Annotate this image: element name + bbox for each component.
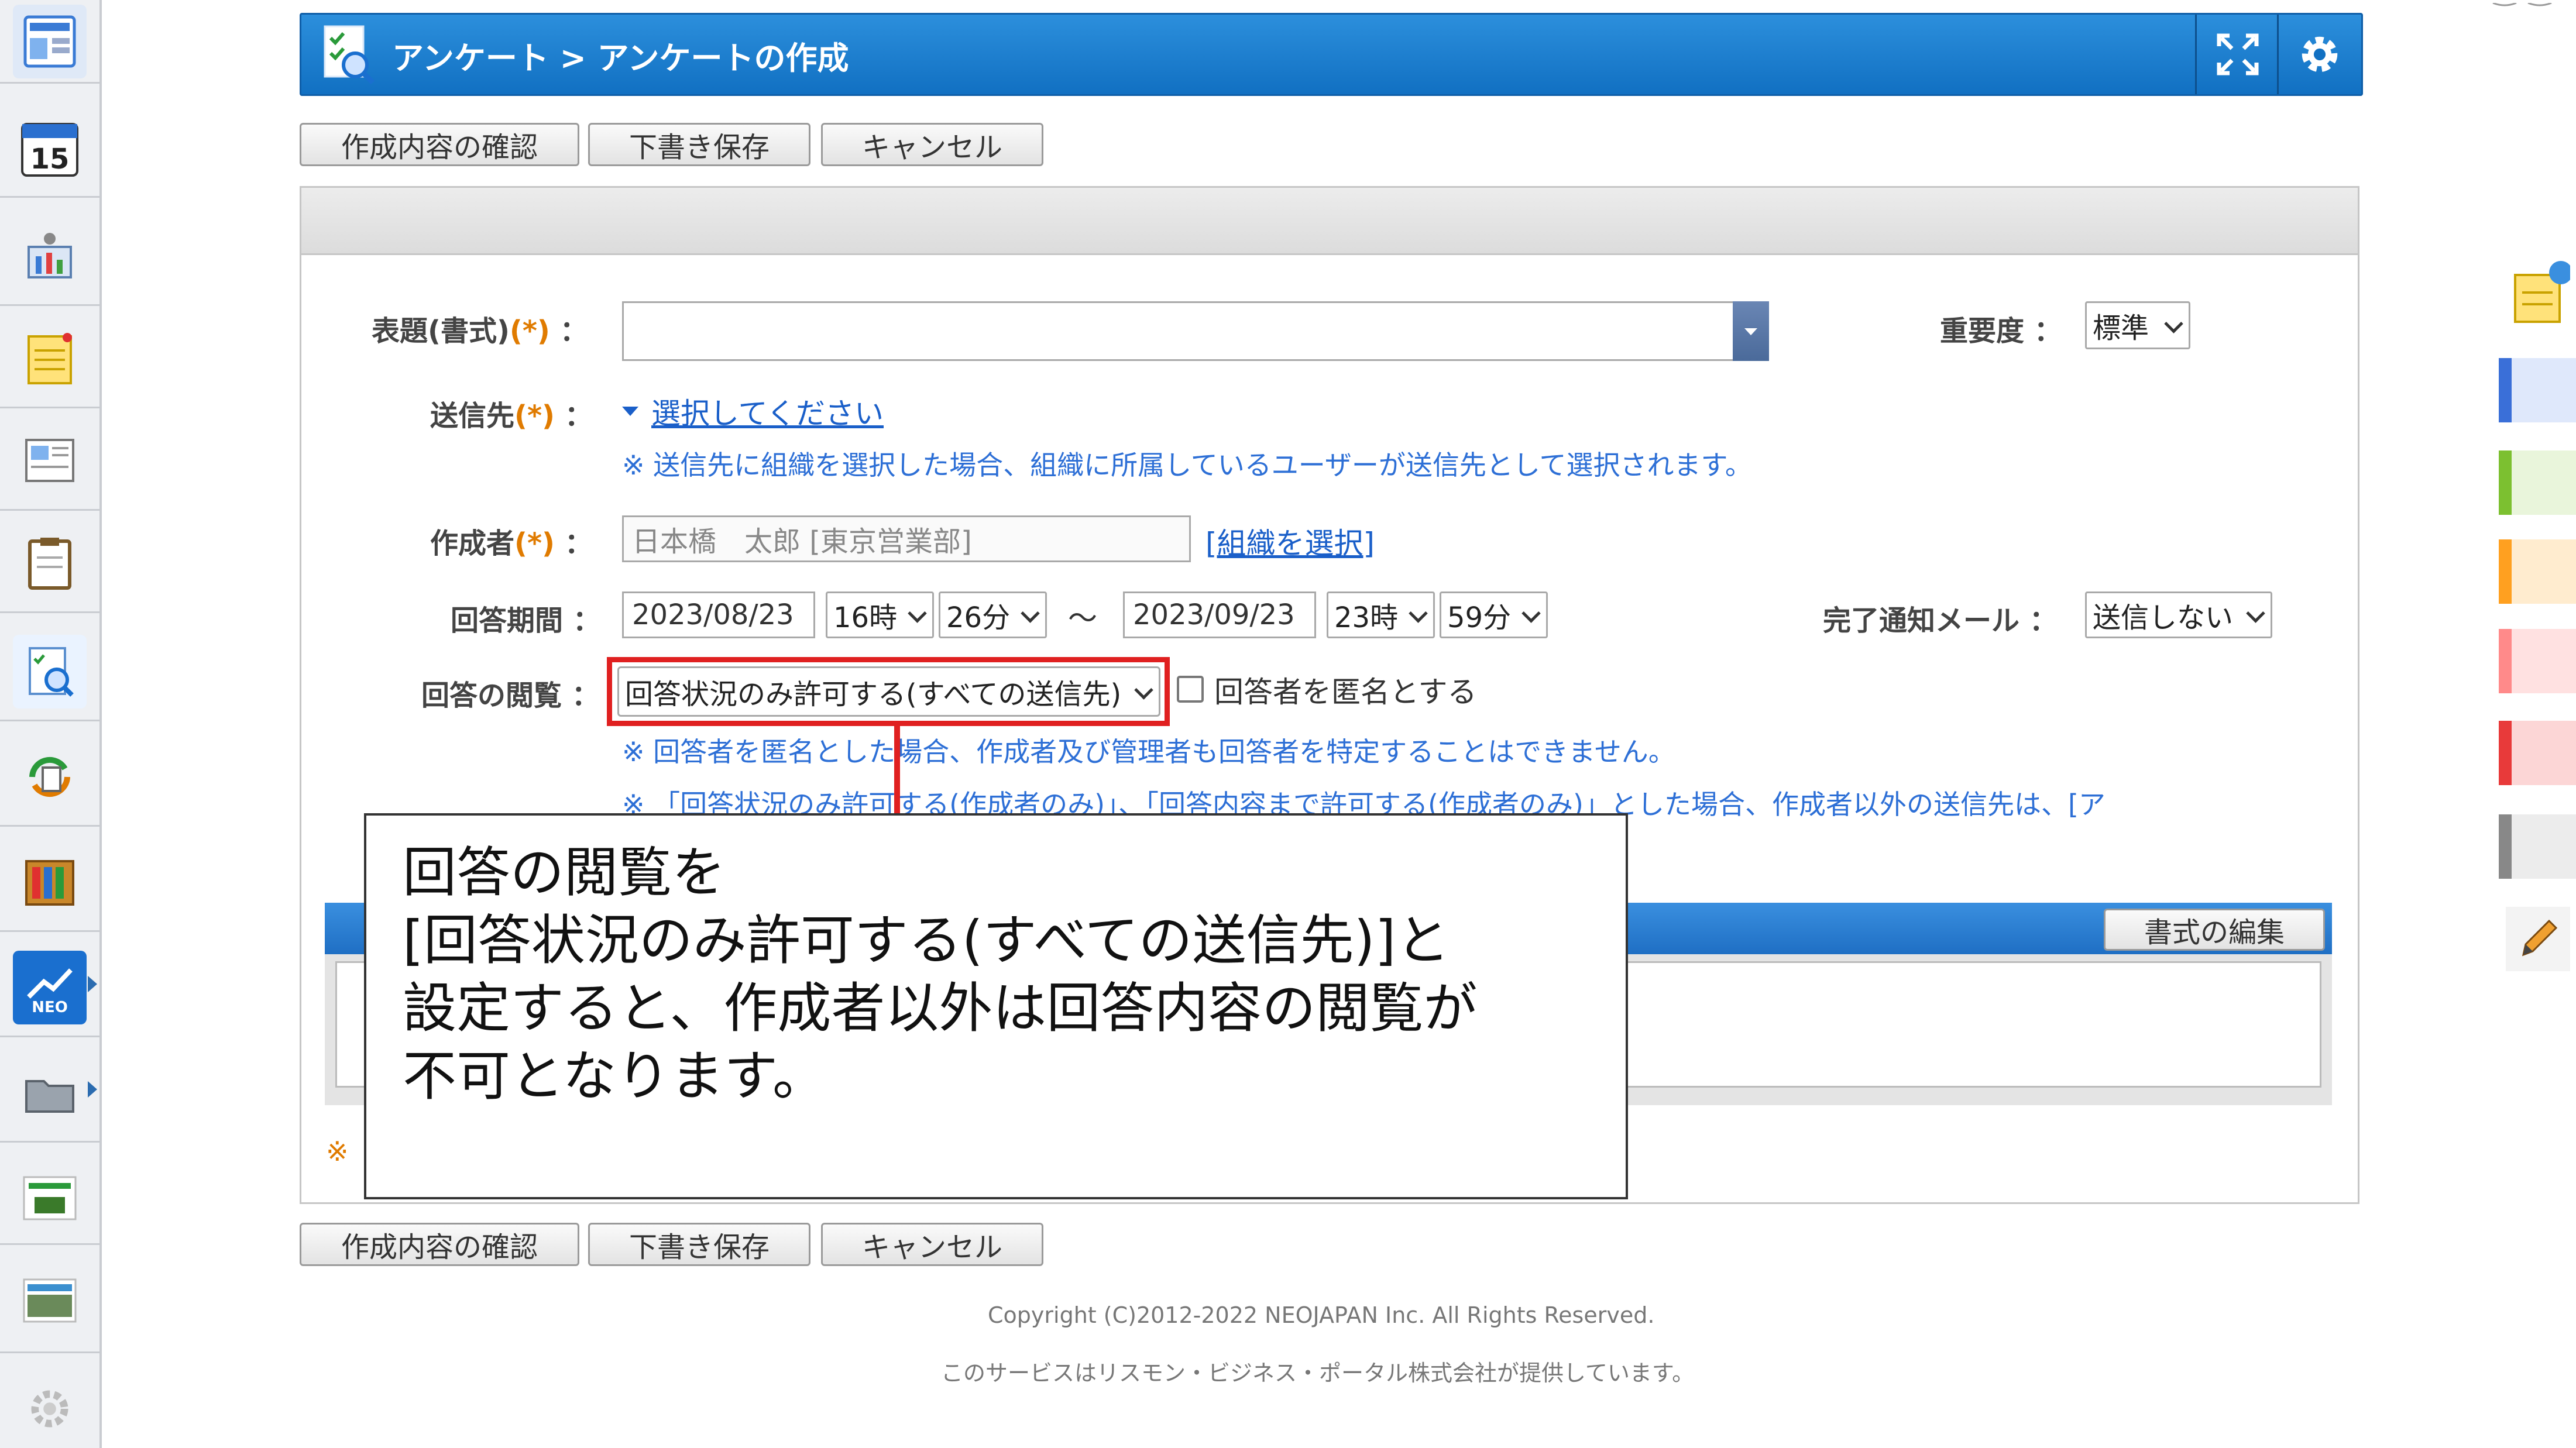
subject-dropdown-button[interactable] (1733, 301, 1769, 361)
dropdown-icon (1744, 328, 1757, 335)
fullscreen-button[interactable] (2195, 15, 2279, 94)
importance-select[interactable]: 標準 (2085, 301, 2190, 349)
view-label: 回答の閲覧 ： (421, 679, 600, 712)
end-hour-select[interactable]: 23時 (1327, 591, 1435, 638)
callout-line-4: 不可となります。 (403, 1045, 827, 1108)
chevron-down-icon (1021, 604, 1040, 623)
copyright-text: Copyright (C)2012-2022 NEOJAPAN Inc. All… (988, 1302, 1655, 1328)
completion-mail-label: 完了通知メール ： (1823, 604, 2058, 637)
start-hour-select[interactable]: 16時 (826, 591, 934, 638)
form-header-bar (301, 188, 2358, 255)
neo-icon[interactable]: NEO (13, 951, 87, 1024)
survey-app-icon (319, 23, 380, 86)
top-right-edge (2487, 0, 2557, 6)
author-label: 作成者(*) ： (430, 527, 593, 560)
cancel-button[interactable]: キャンセル (821, 123, 1043, 166)
subject-input[interactable] (622, 301, 1769, 361)
caret-down-icon[interactable] (622, 407, 638, 416)
workflow-icon[interactable] (13, 740, 87, 814)
banner-icon[interactable] (13, 1264, 87, 1337)
start-minute-select[interactable]: 26分 (939, 591, 1047, 638)
period-label: 回答期間 ： (451, 604, 601, 637)
expand-arrow-icon[interactable] (88, 976, 97, 992)
expand-arrow-icon[interactable] (88, 1081, 97, 1098)
pencil-icon[interactable] (2506, 907, 2570, 971)
tab-green[interactable] (2499, 450, 2576, 515)
survey-icon[interactable] (13, 635, 87, 708)
chevron-down-icon (1409, 604, 1428, 623)
select-org-link[interactable]: [組織を選択] (1205, 520, 1375, 562)
chevron-down-icon (2164, 314, 2183, 333)
chevron-down-icon (2246, 604, 2265, 623)
portal-icon[interactable] (13, 5, 87, 78)
save-draft-button-bottom[interactable]: 下書き保存 (588, 1223, 810, 1266)
tab-orange[interactable] (2499, 539, 2576, 604)
tab-pink[interactable] (2499, 629, 2576, 693)
anonymous-checkbox[interactable] (1177, 676, 1204, 703)
tanomaru-logo-icon[interactable] (13, 1161, 87, 1235)
callout-line-2: [回答状況のみ許可する(すべての送信先)]と (403, 909, 1450, 972)
right-strip (2499, 0, 2576, 1448)
tab-gray[interactable] (2499, 814, 2576, 879)
service-text: このサービスはリスモン・ビジネス・ポータル株式会社が提供しています。 (941, 1360, 1695, 1386)
save-draft-button[interactable]: 下書き保存 (588, 123, 810, 166)
completion-mail-select[interactable]: 送信しない (2085, 591, 2272, 638)
chevron-down-icon (1134, 680, 1153, 700)
calendar-icon[interactable]: 15 (13, 111, 87, 185)
page-title: アンケート > アンケートの作成 (392, 40, 849, 77)
edit-format-button[interactable]: 書式の編集 (2104, 909, 2325, 951)
callout-line-3: 設定すると、作成者以外は回答内容の閲覧が (403, 977, 1478, 1040)
end-date-input[interactable]: 2023/09/23 (1123, 591, 1316, 638)
settings-button[interactable] (2277, 15, 2361, 94)
tab-red[interactable] (2499, 721, 2576, 785)
cabinet-icon[interactable] (13, 845, 87, 919)
end-minute-select[interactable]: 59分 (1440, 591, 1548, 638)
anonymous-note: ※ 回答者を匿名とした場合、作成者及び管理者も回答者を特定することはできません。 (622, 736, 1675, 768)
callout-line-1: 回答の閲覧を (403, 841, 726, 904)
facility-icon[interactable] (13, 219, 87, 293)
report-icon[interactable] (13, 424, 87, 498)
folder-icon[interactable] (13, 1056, 87, 1130)
app-sidebar: 15 NEO (0, 0, 102, 1448)
tab-blue[interactable] (2499, 358, 2576, 422)
importance-label: 重要度 ： (1940, 315, 2062, 348)
calendar-day: 15 (30, 143, 70, 176)
range-tilde: ～ (1068, 601, 1097, 635)
callout-connector (894, 725, 900, 814)
sticky-note-icon[interactable] (2506, 257, 2572, 328)
view-permission-select[interactable]: 回答状況のみ許可する(すべての送信先) (617, 666, 1160, 717)
page-header: アンケート > アンケートの作成 (300, 13, 2363, 96)
cancel-button-bottom[interactable]: キャンセル (821, 1223, 1043, 1266)
gear-icon (2302, 36, 2338, 73)
confirm-button-bottom[interactable]: 作成内容の確認 (300, 1223, 579, 1266)
chevron-down-icon (908, 604, 927, 623)
start-date-input[interactable]: 2023/08/23 (622, 591, 815, 638)
anonymous-label: 回答者を匿名とする (1214, 675, 1477, 709)
asterisk-note: ※ (326, 1136, 349, 1167)
chevron-down-icon (1521, 604, 1541, 623)
recipients-label: 送信先(*) ： (430, 400, 593, 432)
fullscreen-icon (2217, 33, 2259, 75)
recipients-note: ※ 送信先に組織を選択した場合、組織に所属しているユーザーが送信先として選択され… (622, 449, 1752, 481)
author-field: 日本橋 太郎 [東京営業部] (622, 515, 1191, 562)
confirm-button[interactable]: 作成内容の確認 (300, 123, 579, 166)
settings-gear-icon[interactable] (13, 1372, 87, 1446)
subject-label: 表題(書式)(*) ： (372, 315, 588, 348)
recipients-select-link[interactable]: 選択してください (651, 390, 884, 432)
memo-icon[interactable] (13, 322, 87, 395)
callout-box: 回答の閲覧を [回答状況のみ許可する(すべての送信先)]と 設定すると、作成者以… (364, 813, 1628, 1199)
clipboard-icon[interactable] (13, 527, 87, 600)
neo-label: NEO (32, 999, 68, 1016)
